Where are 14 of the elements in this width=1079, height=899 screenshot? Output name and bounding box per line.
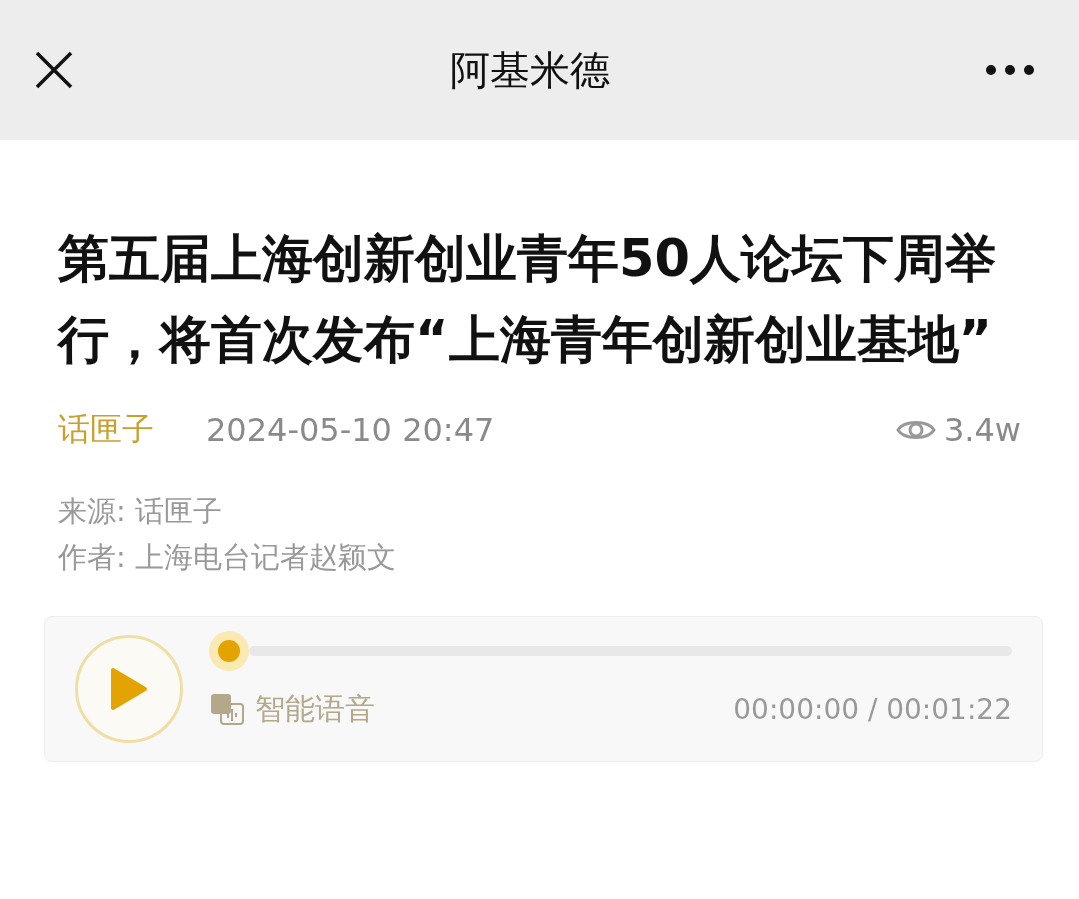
progress-thumb[interactable] bbox=[209, 630, 249, 671]
more-icon[interactable] bbox=[985, 64, 1035, 76]
article-title: 第五届上海创新创业青年50人论坛下周举行，将首次发布“上海青年创新创业基地” bbox=[58, 228, 997, 371]
publish-date: 2024-05-10 20:47 bbox=[206, 411, 495, 449]
page-title: 阿基米德 bbox=[449, 45, 610, 95]
author-text: 作者: 上海电台记者赵颖文 bbox=[58, 539, 396, 576]
play-icon bbox=[109, 666, 149, 712]
source-text: 来源: 话匣子 bbox=[58, 493, 222, 530]
view-count: 3.4w bbox=[943, 411, 1021, 449]
voice-icon bbox=[209, 692, 247, 726]
playback-time: 00:00:00 / 00:01:22 bbox=[733, 692, 1012, 726]
account-link[interactable]: 话匣子 bbox=[58, 408, 154, 452]
close-icon[interactable] bbox=[34, 50, 74, 90]
voice-label: 智能语音 bbox=[255, 689, 375, 728]
